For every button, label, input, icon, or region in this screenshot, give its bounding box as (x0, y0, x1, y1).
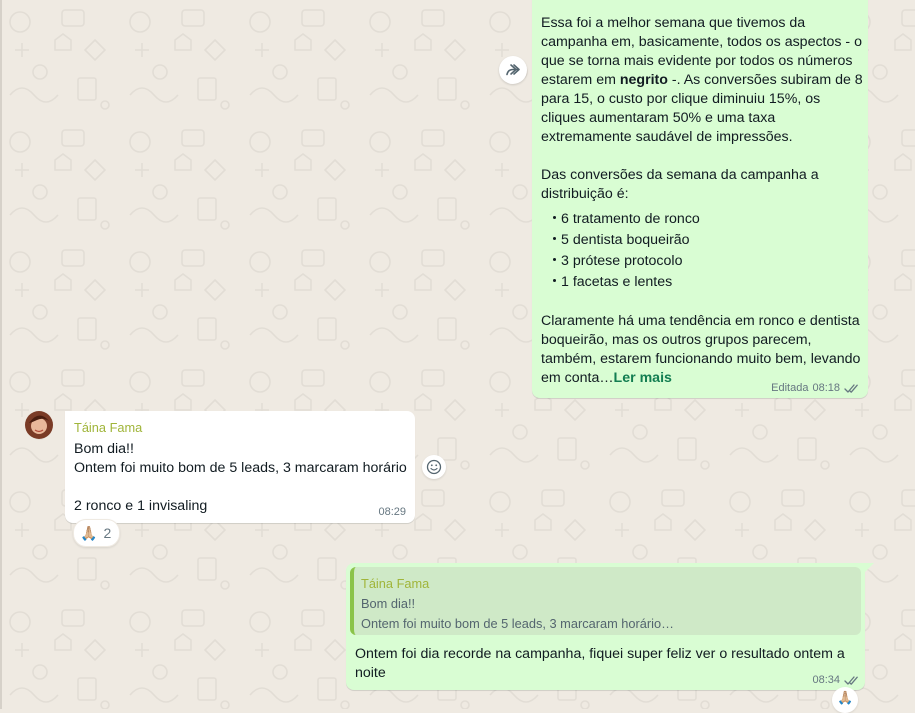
sender-name[interactable]: Táina Fama (74, 420, 142, 435)
incoming-message-bubble[interactable]: Táina Fama Bom dia!! Ontem foi muito bom… (65, 411, 415, 523)
list-item: 6 tratamento de ronco (553, 209, 865, 230)
outgoing-reply-bubble[interactable]: Táina Fama Bom dia!! Ontem foi muito bom… (346, 563, 865, 690)
bubble-tail (865, 563, 874, 572)
message-text: Bom dia!! Ontem foi muito bom de 5 leads… (74, 440, 414, 516)
message-text: Ontem foi dia recorde na campanha, fique… (355, 646, 845, 681)
message-text: Essa foi a melhor semana que tivemos da … (541, 14, 865, 388)
read-more-link[interactable]: Ler mais (614, 370, 672, 386)
reaction-badge[interactable]: 🙏🏼 2 (73, 519, 121, 547)
message-time: 08:18 (812, 382, 840, 394)
message-meta: 08:29 (378, 506, 406, 518)
bold-text: negrito (619, 72, 668, 88)
react-button[interactable] (422, 455, 446, 479)
smiley-icon (426, 459, 442, 475)
forward-button[interactable] (499, 56, 527, 84)
avatar-image (25, 411, 53, 439)
double-check-icon (844, 383, 858, 393)
reaction-count: 2 (103, 525, 112, 541)
double-check-icon (844, 675, 858, 685)
chat-left-border (0, 0, 2, 709)
message-paragraph: Das conversões da semana da campanha a d… (541, 167, 819, 202)
message-meta: Editada 08:18 (771, 382, 860, 394)
message-line: Bom dia!! (74, 441, 134, 457)
bullet-list: 6 tratamento de ronco 5 dentista boqueir… (541, 209, 865, 293)
message-meta: 08:34 (812, 674, 860, 686)
avatar[interactable] (25, 411, 53, 439)
reaction-badge[interactable]: 🙏🏼 (832, 687, 858, 713)
quoted-line: Bom dia!! (361, 596, 416, 611)
quoted-message[interactable]: Táina Fama Bom dia!! Ontem foi muito bom… (350, 567, 861, 635)
forward-icon (506, 64, 520, 76)
outgoing-message-bubble[interactable]: Essa foi a melhor semana que tivemos da … (532, 0, 868, 398)
message-time: 08:29 (378, 506, 406, 518)
edited-label: Editada (771, 382, 809, 394)
message-line: 2 ronco e 1 invisaling (74, 498, 208, 514)
message-time: 08:34 (812, 674, 840, 686)
message-paragraph: Claramente há uma tendência em ronco e d… (541, 313, 861, 386)
list-item: 5 dentista boqueirão (553, 230, 865, 251)
quoted-sender: Táina Fama (361, 576, 430, 591)
message-line: Ontem foi muito bom de 5 leads, 3 marcar… (74, 460, 407, 476)
list-item: 1 facetas e lentes (553, 272, 865, 293)
quoted-line: Ontem foi muito bom de 5 leads, 3 marcar… (361, 616, 674, 631)
reaction-emoji: 🙏🏼 (837, 690, 854, 705)
list-item: 3 prótese protocolo (553, 251, 865, 272)
reaction-emoji: 🙏🏼 (80, 524, 98, 541)
